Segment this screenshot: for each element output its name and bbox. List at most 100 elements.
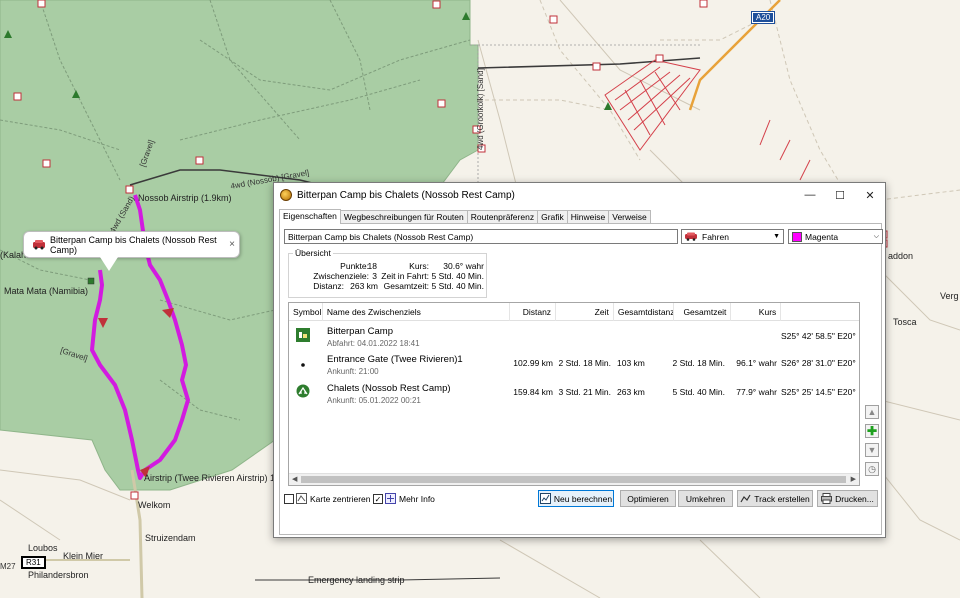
map-label-struizendam: Struizendam (145, 533, 196, 543)
tab-properties[interactable]: Eigenschaften (279, 209, 341, 224)
tab-links[interactable]: Verweise (608, 210, 651, 224)
col-total-distance[interactable]: Gesamtdistanz (614, 303, 674, 321)
center-map-label: Karte zentrieren (310, 493, 371, 504)
map-label-nossob-airstrip: Nossob Airstrip (1.9km) (138, 193, 232, 203)
callout-tail (100, 257, 118, 271)
color-select[interactable]: Magenta ⌵ (788, 229, 883, 244)
map-label-twee-rivieren: Airstrip (Twee Rivieren Airstrip) 1 (144, 473, 276, 483)
more-info-checkbox[interactable]: ✓ Mehr Info (373, 493, 435, 504)
mode-select[interactable]: Fahren ▼ (681, 229, 784, 244)
time-button[interactable]: ◷ (865, 462, 879, 476)
track-icon (740, 494, 751, 503)
recalculate-button[interactable]: Neu berechnen (538, 490, 614, 507)
overview-legend: Übersicht (293, 248, 333, 258)
recalculate-label: Neu berechnen (553, 493, 613, 504)
points-label: Punkte: (340, 261, 369, 271)
scrollbar-thumb[interactable] (301, 476, 846, 483)
car-icon (33, 240, 45, 250)
checkbox-box[interactable] (284, 493, 294, 504)
road-shield-m27: M27 (0, 562, 16, 571)
move-up-button[interactable]: ▲ (865, 405, 879, 419)
window-title: Bitterpan Camp bis Chalets (Nossob Rest … (297, 189, 515, 201)
optimize-button[interactable]: Optimieren (620, 490, 676, 507)
map-label-philandersbron: Philandersbron (28, 570, 89, 580)
drive-time-label: Zeit in Fahrt: (381, 271, 429, 281)
caret-down-icon: ▼ (773, 233, 780, 240)
color-swatch (792, 231, 802, 242)
tab-graphic[interactable]: Grafik (537, 210, 568, 224)
waypoint-table[interactable]: Symbol Name des Zwischenziels Distanz Ze… (288, 302, 860, 486)
map-label-loubos: Loubos (28, 543, 58, 553)
close-icon[interactable]: × (225, 239, 239, 250)
info-icon (385, 493, 396, 504)
row-sub: Ankunft: 05.01.2022 00:21 (327, 396, 421, 405)
checkbox-box[interactable]: ✓ (373, 493, 383, 504)
total-time-label: Gesamtzeit: (383, 281, 429, 291)
reverse-button[interactable]: Umkehren (678, 490, 733, 507)
chalet-icon (296, 384, 310, 398)
total-time-value: 5 Std. 40 Min. (431, 281, 484, 291)
col-symbol[interactable]: Symbol (289, 303, 323, 321)
minimize-button[interactable]: — (795, 189, 825, 201)
row-total-time: 2 Std. 18 Min. (672, 358, 725, 368)
table-row[interactable]: Bitterpan Camp Abfahrt: 04.01.2022 18:41… (289, 323, 859, 353)
scroll-right-icon[interactable]: ▶ (851, 475, 856, 483)
col-distance[interactable]: Distanz (510, 303, 557, 321)
map-label-emergency-strip: Emergency landing strip (308, 575, 405, 585)
add-waypoint-button[interactable]: ✚ (865, 424, 879, 438)
color-select-value: Magenta (805, 231, 839, 242)
row-name: Entrance Gate (Twee Rivieren)1 (327, 354, 463, 365)
row-total-time: 5 Std. 40 Min. (672, 387, 725, 397)
table-row[interactable]: Chalets (Nossob Rest Camp) Ankunft: 05.0… (289, 382, 859, 412)
printer-icon (821, 493, 833, 504)
properties-panel: Fahren ▼ Magenta ⌵ Übersicht Punkte: 18 … (279, 223, 883, 535)
plus-icon: ✚ (866, 424, 878, 438)
move-down-button[interactable]: ▼ (865, 443, 879, 457)
row-total-distance: 103 km (617, 358, 645, 368)
reverse-label: Umkehren (685, 493, 726, 504)
map-label-padda: addon (888, 251, 914, 261)
row-sub: Ankunft: 21:00 (327, 367, 379, 376)
col-position[interactable] (781, 303, 859, 321)
course-value: 30.6° wahr (443, 261, 484, 271)
row-sub: Abfahrt: 04.01.2022 18:41 (327, 339, 420, 348)
table-row[interactable]: Entrance Gate (Twee Rivieren)1 Ankunft: … (289, 353, 859, 383)
route-name-input[interactable] (284, 229, 678, 244)
maximize-button[interactable]: ☐ (825, 189, 855, 202)
route-callout[interactable]: Bitterpan Camp bis Chalets (Nossob Rest … (23, 231, 240, 258)
triangle-up-icon: ▲ (867, 407, 877, 417)
center-map-checkbox[interactable]: Karte zentrieren (284, 493, 370, 504)
tab-notes[interactable]: Hinweise (566, 210, 610, 224)
drive-time-value: 5 Std. 40 Min. (431, 271, 484, 281)
title-bar[interactable]: Bitterpan Camp bis Chalets (Nossob Rest … (274, 183, 885, 207)
map-label-klein-mier: Klein Mier (63, 551, 104, 561)
row-position: S26° 28' 31.0" E20° (781, 358, 856, 368)
row-course: 96.1° wahr (736, 358, 777, 368)
col-course[interactable]: Kurs (731, 303, 782, 321)
col-total-time[interactable]: Gesamtzeit (674, 303, 732, 321)
print-button[interactable]: Drucken... (817, 490, 878, 507)
close-button[interactable]: ✕ (855, 189, 885, 202)
col-name[interactable]: Name des Zwischenziels (323, 303, 511, 321)
road-shield-r31: R31 (21, 556, 46, 569)
tab-route-preference[interactable]: Routenpräferenz (466, 210, 539, 224)
horizontal-scrollbar[interactable]: ◀ ▶ (289, 473, 859, 485)
row-name: Chalets (Nossob Rest Camp) (327, 383, 451, 394)
course-label: Kurs: (409, 261, 429, 271)
dot-icon (301, 363, 305, 367)
map-label-welkom: Welkom (138, 500, 171, 510)
create-track-button[interactable]: Track erstellen (737, 490, 813, 507)
tab-directions[interactable]: Wegbeschreibungen für Routen (339, 210, 468, 224)
scroll-left-icon[interactable]: ◀ (292, 475, 297, 483)
col-time[interactable]: Zeit (556, 303, 614, 321)
car-icon (685, 232, 697, 241)
camp-icon (296, 328, 310, 342)
row-distance: 102.99 km (513, 358, 553, 368)
map-label-mata-mata: Mata Mata (Namibia) (4, 286, 89, 296)
chevron-down-icon: ⌵ (873, 232, 879, 240)
more-info-label: Mehr Info (399, 493, 435, 504)
row-time: 3 Std. 21 Min. (558, 387, 611, 397)
map-label-grootkolk-road: 4wd (Grootkolk) [Sand] (476, 68, 485, 150)
tab-bar: Eigenschaften Wegbeschreibungen für Rout… (279, 209, 651, 224)
clock-icon: ◷ (868, 463, 876, 474)
